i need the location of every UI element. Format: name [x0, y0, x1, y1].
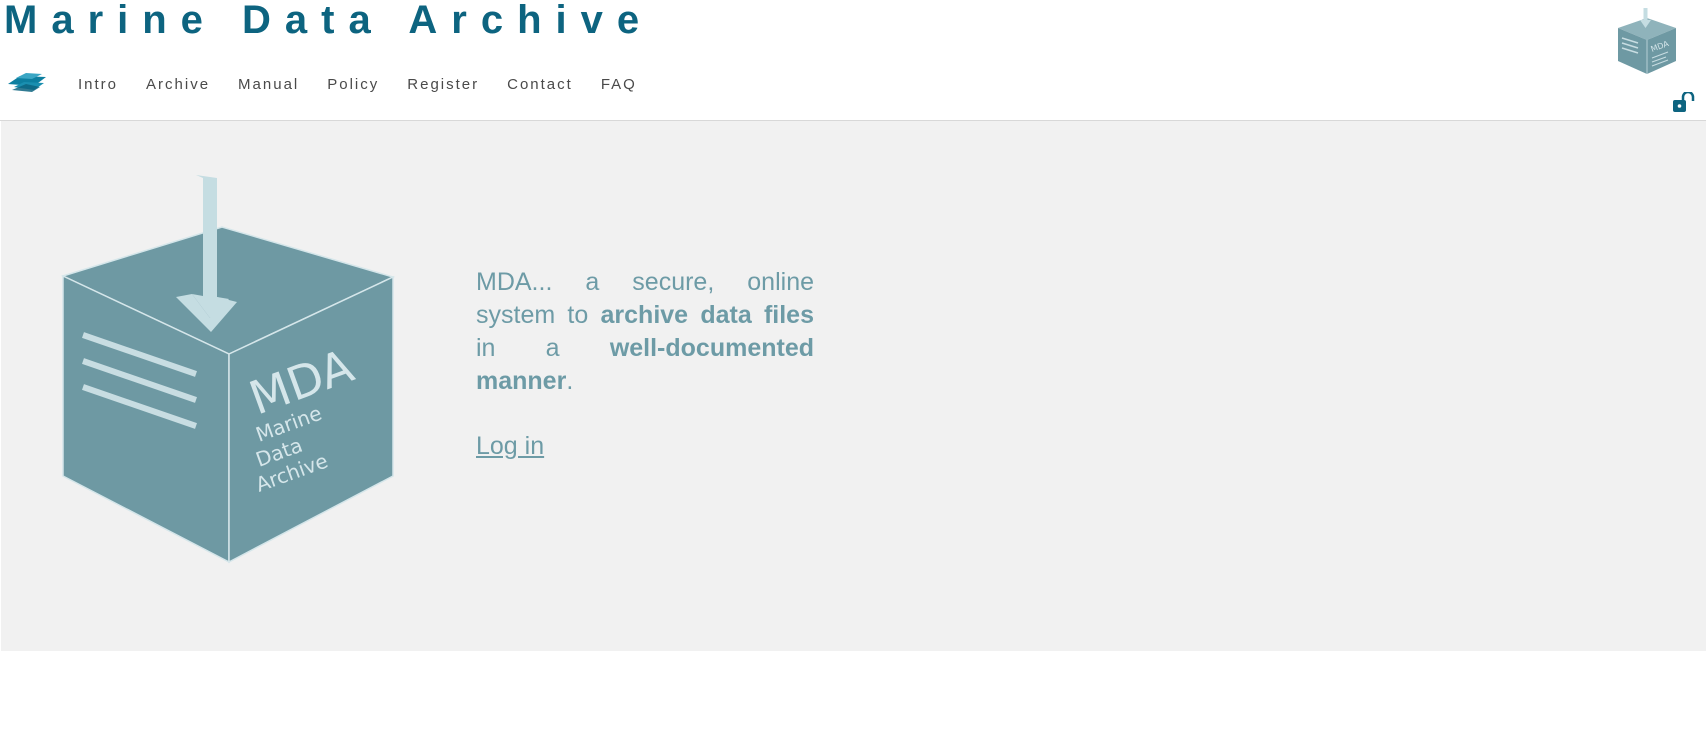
- nav-item-contact[interactable]: Contact: [507, 76, 573, 93]
- tagline-text-3: .: [566, 367, 574, 395]
- tagline-bold-1: archive data files: [600, 301, 814, 329]
- main-nav: Intro Archive Manual Policy Register Con…: [78, 76, 665, 93]
- hero-tagline: MDA... a secure, online system to archiv…: [476, 266, 814, 398]
- nav-item-policy[interactable]: Policy: [327, 76, 379, 93]
- header: Marine Data Archive Intro Archive Manual…: [0, 0, 1706, 121]
- unlock-icon[interactable]: [1672, 92, 1698, 114]
- layers-icon[interactable]: [6, 72, 48, 94]
- mda-archive-box-illustration: MDA Marine Data Archive: [60, 175, 396, 564]
- nav-item-register[interactable]: Register: [407, 76, 479, 93]
- nav-item-archive[interactable]: Archive: [146, 76, 210, 93]
- hero-section: MDA Marine Data Archive MDA... a secure,…: [1, 121, 1706, 651]
- tagline-text-2: in a: [476, 334, 610, 362]
- login-link[interactable]: Log in: [476, 432, 544, 461]
- nav-item-faq[interactable]: FAQ: [601, 76, 637, 93]
- nav-item-manual[interactable]: Manual: [238, 76, 299, 93]
- archive-box-icon: MDA: [1618, 8, 1676, 74]
- site-title: Marine Data Archive: [4, 0, 654, 42]
- nav-item-intro[interactable]: Intro: [78, 76, 118, 93]
